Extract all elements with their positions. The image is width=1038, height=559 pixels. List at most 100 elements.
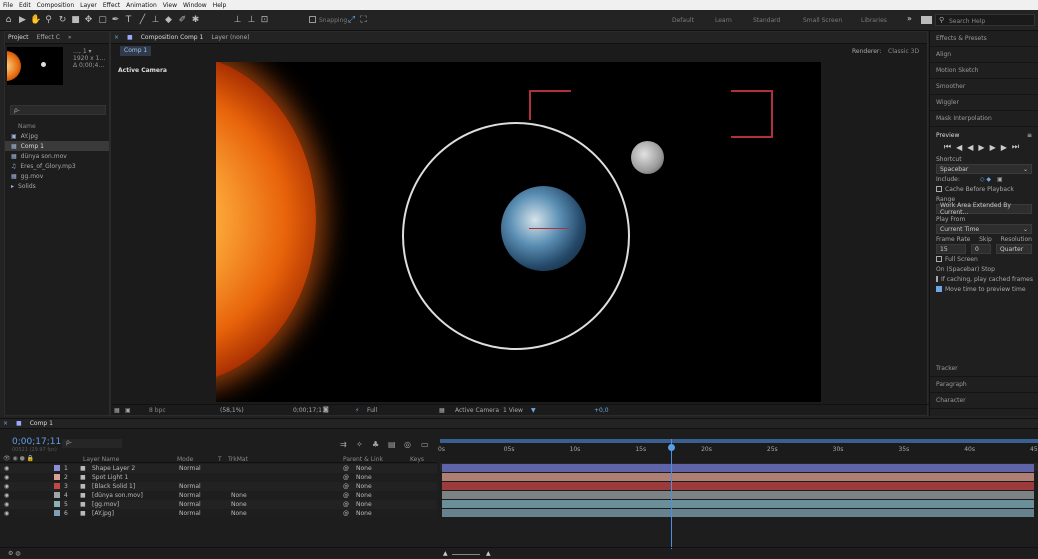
first-frame-icon[interactable]: ⏮ — [944, 142, 956, 152]
layer-mode[interactable]: Normal — [179, 483, 201, 490]
parent-pickwhip-icon[interactable]: @ — [343, 501, 349, 508]
layer-duration-bar[interactable] — [442, 464, 1034, 472]
play-from-dropdown[interactable]: Current Time ⌄ — [936, 224, 1032, 234]
hand-tool-icon[interactable]: ✋ — [30, 14, 41, 26]
snapshot-icon[interactable]: ◙ — [323, 406, 329, 413]
type-tool-icon[interactable]: T — [123, 14, 134, 26]
project-item[interactable]: ♫ Eres_of_Glory.mp3 — [5, 161, 109, 171]
layer-mode[interactable]: Normal — [179, 501, 201, 508]
range-dropdown[interactable]: Work Area Extended By Current… — [936, 202, 1032, 216]
preview-menu-icon[interactable]: ≡ — [1027, 132, 1032, 139]
layer-row[interactable]: ◉ 1 ■ Shape Layer 2 Normal @ None — [0, 464, 437, 473]
search-help-field[interactable]: ⚲ Search Help — [935, 14, 1035, 26]
comp-flowchart-icon[interactable]: ⇉ — [340, 440, 347, 449]
layer-parent[interactable]: None — [356, 501, 372, 508]
fast-previews-icon[interactable]: ⚡ — [355, 407, 359, 414]
rectangle-tool-icon[interactable]: ▢ — [97, 14, 108, 26]
tab-project[interactable]: Project — [8, 34, 29, 41]
layer-name[interactable]: [Black Solid 1] — [92, 483, 135, 490]
header-parent[interactable]: Parent & Link — [343, 456, 383, 463]
zoom-out-icon[interactable]: ▲ — [443, 550, 448, 557]
tab-composition-comp1[interactable]: Composition Comp 1 — [141, 34, 204, 41]
resolution-dropdown[interactable]: Quarter — [996, 244, 1032, 254]
menu-item-view[interactable]: View — [163, 2, 177, 9]
layer-label-color[interactable] — [54, 510, 60, 516]
exposure-value[interactable]: +0,0 — [594, 407, 609, 414]
motion-blur-icon[interactable]: ◎ — [404, 440, 411, 449]
include-overlay-icon[interactable]: ▣ — [997, 176, 1003, 183]
bpc-label[interactable]: 8 bpc — [149, 407, 166, 414]
full-screen-row[interactable]: Full Screen — [936, 254, 1032, 264]
layer-mode[interactable]: Normal — [179, 492, 201, 499]
selection-tool-icon[interactable]: ▶ — [17, 14, 28, 26]
layer-parent[interactable]: None — [356, 483, 372, 490]
region-icon[interactable]: ▣ — [125, 407, 131, 414]
resolution-value[interactable]: Full — [367, 407, 377, 414]
close-icon[interactable]: × — [114, 34, 119, 41]
workspace-libraries[interactable]: Libraries — [861, 17, 887, 24]
header-trkmat[interactable]: TrkMat — [228, 456, 248, 463]
shy-layers-icon[interactable]: ♣ — [372, 440, 379, 449]
world-axis-icon[interactable]: ⊥ — [246, 14, 257, 26]
visibility-icon[interactable]: ◉ — [4, 465, 9, 472]
workspace-small-screen[interactable]: Small Screen — [803, 17, 842, 24]
current-time-value[interactable]: 0;00;17;11 — [293, 407, 326, 414]
close-icon[interactable]: × — [3, 420, 8, 427]
time-ruler[interactable]: 0s 05s 10s 15s 20s 25s 30s 35s 40s 45s — [438, 439, 1038, 463]
cache-row[interactable]: Cache Before Playback — [936, 184, 1032, 194]
workspace-more[interactable]: » — [907, 14, 912, 23]
layer-name[interactable]: [AY.jpg] — [92, 510, 114, 517]
layer-name[interactable]: [gg.mov] — [92, 501, 119, 508]
layer-label-color[interactable] — [54, 474, 60, 480]
cache-checkbox[interactable] — [936, 186, 942, 192]
menu-item-effect[interactable]: Effect — [103, 2, 120, 9]
prev-frame-icon[interactable]: ◀◀ — [956, 143, 978, 152]
pan-behind-tool-icon[interactable]: ✥ — [83, 14, 94, 26]
visibility-icon[interactable]: ◉ — [4, 501, 9, 508]
project-item[interactable]: ▸ Solids — [5, 181, 109, 191]
menu-item-composition[interactable]: Composition — [37, 2, 74, 9]
renderer-value[interactable]: Classic 3D — [888, 48, 919, 55]
snap-expand-icon[interactable]: ⛶ — [358, 14, 369, 26]
tab-timeline-comp1[interactable]: Comp 1 — [30, 420, 53, 427]
project-item[interactable]: ▣ AY.jpg — [5, 131, 109, 141]
menu-item-animation[interactable]: Animation — [126, 2, 157, 9]
if-caching-row[interactable]: If caching, play cached frames — [936, 274, 1033, 284]
home-icon[interactable]: ⌂ — [3, 14, 14, 26]
layer-label-color[interactable] — [54, 465, 60, 471]
project-search-input[interactable]: ρ- — [10, 105, 106, 115]
workspace-learn[interactable]: Learn — [715, 17, 732, 24]
zoom-tool-icon[interactable]: ⚲ — [43, 14, 54, 26]
layer-duration-bar[interactable] — [442, 473, 1034, 481]
clone-stamp-tool-icon[interactable]: ⊥ — [150, 14, 161, 26]
local-axis-icon[interactable]: ⊥ — [232, 14, 243, 26]
project-item[interactable]: ▦ gg.mov — [5, 171, 109, 181]
workspace-default[interactable]: Default — [672, 17, 694, 24]
tab-more[interactable]: » — [68, 34, 72, 41]
visibility-icon[interactable]: ◉ — [4, 474, 9, 481]
menu-item-file[interactable]: File — [3, 2, 13, 9]
zoom-value[interactable]: (58,1%) — [220, 407, 244, 414]
parent-pickwhip-icon[interactable]: @ — [343, 483, 349, 490]
parent-pickwhip-icon[interactable]: @ — [343, 510, 349, 517]
layer-mode[interactable]: Normal — [179, 465, 201, 472]
workspace-menu-icon[interactable] — [921, 16, 932, 24]
layer-name[interactable]: Shape Layer 2 — [92, 465, 135, 472]
eraser-tool-icon[interactable]: ◆ — [163, 14, 174, 26]
snap-options-icon[interactable]: ⤢ — [346, 14, 357, 26]
layer-label-color[interactable] — [54, 483, 60, 489]
next-frame-icon[interactable]: ▶▶ — [990, 143, 1012, 152]
skip-dropdown[interactable]: 0 — [971, 244, 991, 254]
view-layout-value[interactable]: 1 View — [503, 407, 523, 414]
zoom-in-icon[interactable]: ▲ — [486, 550, 491, 557]
3d-view-value[interactable]: Active Camera — [455, 407, 499, 414]
layer-duration-bar[interactable] — [442, 491, 1034, 499]
layer-duration-bar[interactable] — [442, 500, 1034, 508]
panel-smoother[interactable]: Smoother — [930, 79, 1038, 95]
draft-3d-icon[interactable]: ✧ — [356, 440, 363, 449]
header-mode[interactable]: Mode — [177, 456, 193, 463]
composition-canvas[interactable] — [216, 62, 821, 402]
layer-row[interactable]: ◉ 6 ■ [AY.jpg] Normal None @ None — [0, 509, 437, 518]
rotate-tool-icon[interactable]: ↻ — [57, 14, 68, 26]
comp-breadcrumb[interactable]: Comp 1 — [120, 46, 152, 56]
